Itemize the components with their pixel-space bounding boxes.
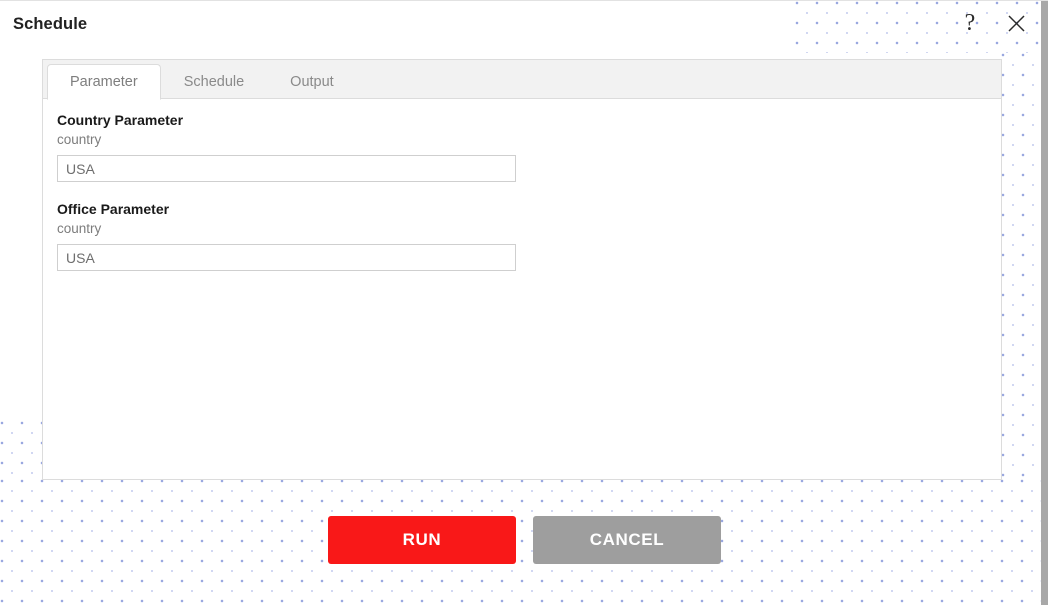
country-parameter-sublabel: country [57,132,102,147]
close-icon[interactable] [1003,9,1029,37]
tab-parameter-label: Parameter [70,74,138,90]
vertical-scrollbar-thumb[interactable] [1041,1,1048,605]
form-group-country-parameter: Country Parameter country [57,111,987,182]
schedule-dialog-window: Schedule ? Parameter Schedule Output Cou… [0,0,1048,605]
office-parameter-label: Office Parameter [57,201,170,217]
schedule-panel: Parameter Schedule Output Country Parame… [42,59,1002,480]
tab-parameter[interactable]: Parameter [47,64,161,100]
help-icon[interactable]: ? [957,9,983,37]
tab-panel-parameter: Country Parameter country Office Paramet… [43,99,1001,479]
background-dot-pattern-left [0,421,42,479]
office-parameter-input[interactable] [57,244,516,271]
background-dot-pattern-right [1001,53,1041,479]
cancel-button[interactable]: CANCEL [533,516,721,564]
run-button[interactable]: RUN [328,516,516,564]
form-group-office-parameter: Office Parameter country [57,200,987,271]
tab-output-label: Output [290,73,334,90]
country-parameter-label: Country Parameter [57,112,184,128]
dialog-title-bar: Schedule ? [0,1,1041,53]
close-icon-glyph [1007,14,1025,32]
footer-actions: RUN CANCEL [328,516,721,564]
tab-list: Parameter Schedule Output [47,64,357,100]
vertical-scrollbar-track[interactable] [1041,1,1048,605]
tab-schedule-label: Schedule [183,73,245,90]
tab-output[interactable]: Output [267,64,357,99]
tab-strip: Parameter Schedule Output [43,60,1001,100]
country-parameter-input[interactable] [57,155,516,182]
help-icon-glyph: ? [964,10,976,36]
office-parameter-sublabel: country [57,221,102,236]
tab-schedule[interactable]: Schedule [161,64,267,99]
title-bar-actions: ? [957,9,1029,37]
page-title: Schedule [13,15,88,33]
